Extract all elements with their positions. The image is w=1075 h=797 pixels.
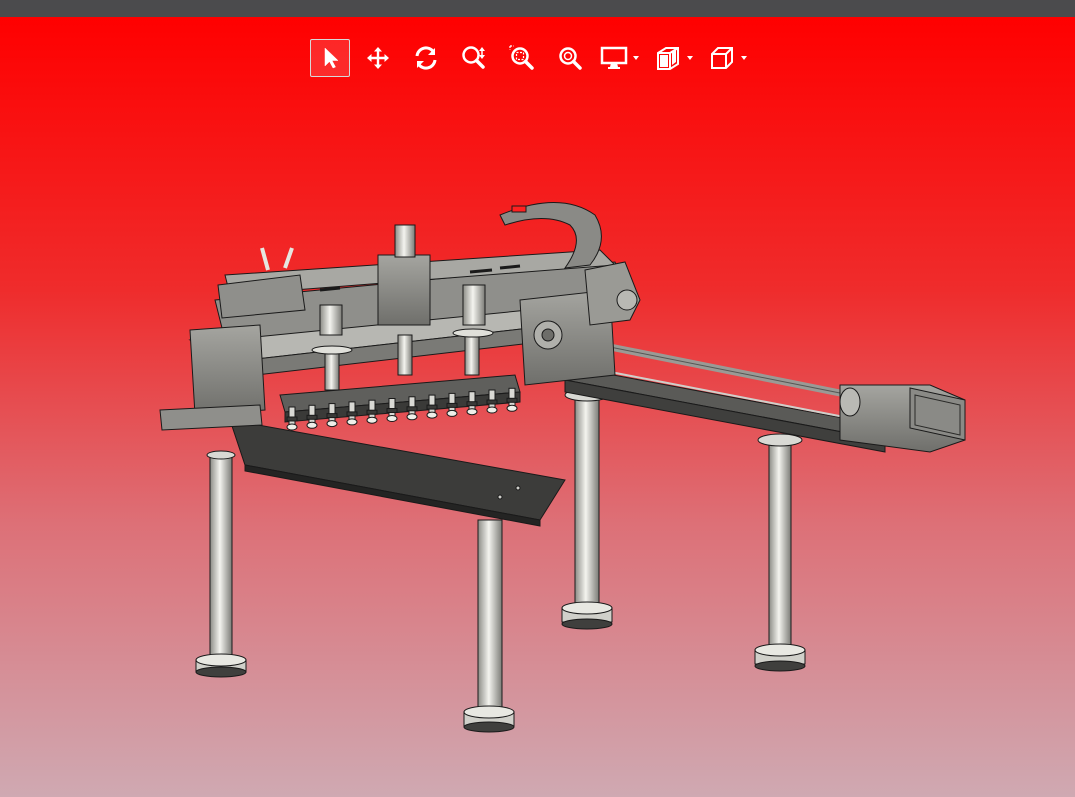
- display-mode-dropdown[interactable]: [598, 39, 642, 77]
- suction-cup[interactable]: [506, 387, 518, 412]
- suction-cup[interactable]: [346, 401, 358, 426]
- chevron-down-icon[interactable]: [630, 39, 642, 77]
- zoom-fit-icon: [559, 47, 582, 70]
- cursor-arrow-icon: [324, 47, 339, 69]
- suction-cup[interactable]: [466, 391, 478, 416]
- section-view-icon: [657, 47, 679, 70]
- pan-button[interactable]: [358, 39, 398, 77]
- suction-cup[interactable]: [486, 389, 498, 414]
- select-button[interactable]: [310, 39, 350, 77]
- suction-cup[interactable]: [286, 406, 298, 431]
- suction-cup[interactable]: [366, 399, 378, 424]
- rotate-button[interactable]: [406, 39, 446, 77]
- zoom-fit-button[interactable]: [550, 39, 590, 77]
- 3d-viewport[interactable]: [0, 17, 1075, 797]
- cad-model-render[interactable]: [0, 17, 1075, 797]
- section-view-button[interactable]: [652, 39, 684, 77]
- display-mode-button[interactable]: [598, 39, 630, 77]
- suction-cup[interactable]: [446, 392, 458, 417]
- standard-views-dropdown[interactable]: [706, 39, 750, 77]
- zoom-window-button[interactable]: [502, 39, 542, 77]
- zoom-button[interactable]: [454, 39, 494, 77]
- suction-cup[interactable]: [306, 404, 318, 429]
- rotate-icon: [415, 46, 437, 70]
- suction-cup[interactable]: [406, 396, 418, 421]
- servo-motor[interactable]: [839, 384, 966, 453]
- view-toolbar: [310, 38, 760, 78]
- chevron-down-icon[interactable]: [738, 39, 750, 77]
- zoom-updown-icon: [462, 46, 485, 69]
- window-top-bar: [0, 0, 1075, 17]
- suction-cup[interactable]: [426, 394, 438, 419]
- chevron-down-icon[interactable]: [684, 39, 696, 77]
- cube-view-icon: [711, 47, 733, 69]
- move-arrows-icon: [367, 47, 389, 69]
- suction-cup[interactable]: [326, 403, 338, 428]
- zoom-window-icon: [509, 45, 534, 70]
- monitor-icon: [600, 46, 628, 69]
- standard-views-button[interactable]: [706, 39, 738, 77]
- section-view-dropdown[interactable]: [652, 39, 696, 77]
- suction-cup[interactable]: [386, 398, 398, 422]
